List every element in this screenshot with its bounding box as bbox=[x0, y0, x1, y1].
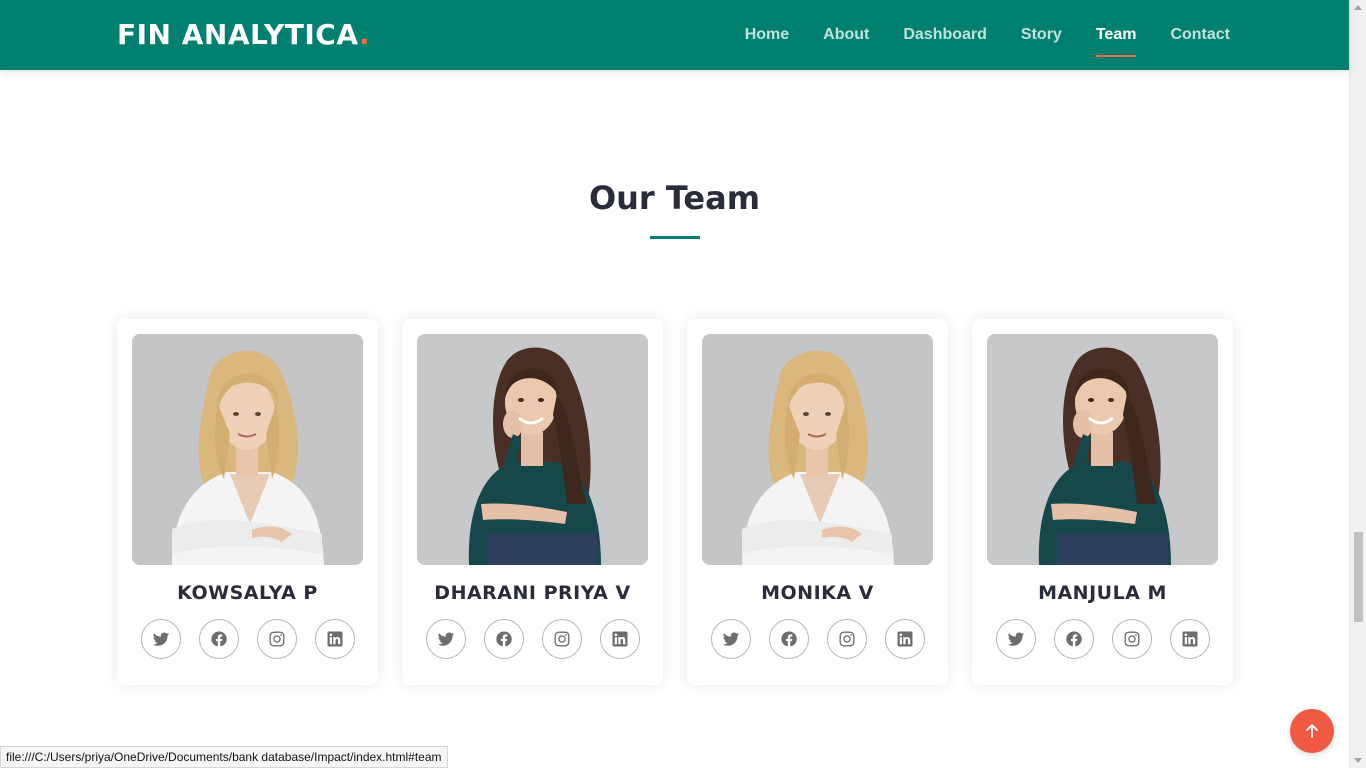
member-name: MANJULA M bbox=[1038, 582, 1167, 604]
team-card: MANJULA M bbox=[972, 319, 1233, 685]
social-links bbox=[132, 619, 363, 659]
linkedin-link[interactable] bbox=[884, 619, 925, 659]
twitter-icon bbox=[437, 630, 455, 648]
nav-story[interactable]: Story bbox=[1021, 21, 1062, 49]
facebook-icon bbox=[780, 630, 798, 648]
member-name: DHARANI PRIYA V bbox=[434, 582, 631, 604]
logo-text: FIN ANALYTICA bbox=[117, 18, 360, 51]
instagram-link[interactable] bbox=[1111, 619, 1152, 659]
member-name: KOWSALYA P bbox=[177, 582, 318, 604]
facebook-icon bbox=[495, 630, 513, 648]
member-photo bbox=[132, 334, 363, 565]
instagram-icon bbox=[1123, 630, 1141, 648]
facebook-link[interactable] bbox=[198, 619, 239, 659]
linkedin-link[interactable] bbox=[599, 619, 640, 659]
nav-team[interactable]: Team bbox=[1095, 21, 1136, 57]
scroll-down-icon[interactable] bbox=[1354, 758, 1362, 763]
scroll-up-icon[interactable] bbox=[1354, 5, 1362, 10]
team-card: MONIKA V bbox=[687, 319, 948, 685]
nav-about[interactable]: About bbox=[823, 21, 869, 49]
nav-home[interactable]: Home bbox=[745, 21, 789, 49]
scrollbar-thumb[interactable] bbox=[1354, 532, 1363, 622]
nav-contact[interactable]: Contact bbox=[1170, 21, 1230, 49]
instagram-link[interactable] bbox=[826, 619, 867, 659]
facebook-link[interactable] bbox=[768, 619, 809, 659]
section-title: Our Team bbox=[588, 179, 761, 217]
twitter-icon bbox=[722, 630, 740, 648]
facebook-icon bbox=[210, 630, 228, 648]
main-nav: Home About Dashboard Story Team Contact bbox=[711, 0, 1230, 70]
linkedin-icon bbox=[896, 630, 914, 648]
linkedin-icon bbox=[611, 630, 629, 648]
title-underline bbox=[650, 236, 700, 239]
member-photo bbox=[417, 334, 648, 565]
site-logo[interactable]: FIN ANALYTICA. bbox=[117, 17, 370, 53]
team-card: DHARANI PRIYA V bbox=[402, 319, 663, 685]
facebook-link[interactable] bbox=[1053, 619, 1094, 659]
social-links bbox=[987, 619, 1218, 659]
logo-dot: . bbox=[359, 18, 371, 51]
facebook-link[interactable] bbox=[483, 619, 524, 659]
arrow-up-icon bbox=[1306, 724, 1318, 738]
site-header: FIN ANALYTICA. Home About Dashboard Stor… bbox=[0, 0, 1349, 70]
instagram-icon bbox=[268, 630, 286, 648]
twitter-link[interactable] bbox=[710, 619, 751, 659]
linkedin-link[interactable] bbox=[1169, 619, 1210, 659]
member-photo bbox=[987, 334, 1218, 565]
facebook-icon bbox=[1065, 630, 1083, 648]
social-links bbox=[417, 619, 648, 659]
twitter-icon bbox=[152, 630, 170, 648]
linkedin-icon bbox=[326, 630, 344, 648]
nav-dashboard[interactable]: Dashboard bbox=[903, 21, 987, 49]
social-links bbox=[702, 619, 933, 659]
linkedin-link[interactable] bbox=[314, 619, 355, 659]
member-name: MONIKA V bbox=[761, 582, 874, 604]
instagram-link[interactable] bbox=[256, 619, 297, 659]
twitter-link[interactable] bbox=[425, 619, 466, 659]
twitter-link[interactable] bbox=[995, 619, 1036, 659]
page-scrollbar[interactable] bbox=[1349, 0, 1366, 768]
instagram-link[interactable] bbox=[541, 619, 582, 659]
twitter-icon bbox=[1007, 630, 1025, 648]
team-card: KOWSALYA P bbox=[117, 319, 378, 685]
twitter-link[interactable] bbox=[140, 619, 181, 659]
team-cards: KOWSALYA P DHARANI PRIYA V MONIKA V MANJ… bbox=[117, 319, 1233, 685]
instagram-icon bbox=[838, 630, 856, 648]
member-photo bbox=[702, 334, 933, 565]
back-to-top-button[interactable] bbox=[1290, 709, 1334, 753]
linkedin-icon bbox=[1181, 630, 1199, 648]
browser-status-bar: file:///C:/Users/priya/OneDrive/Document… bbox=[0, 746, 448, 768]
instagram-icon bbox=[553, 630, 571, 648]
